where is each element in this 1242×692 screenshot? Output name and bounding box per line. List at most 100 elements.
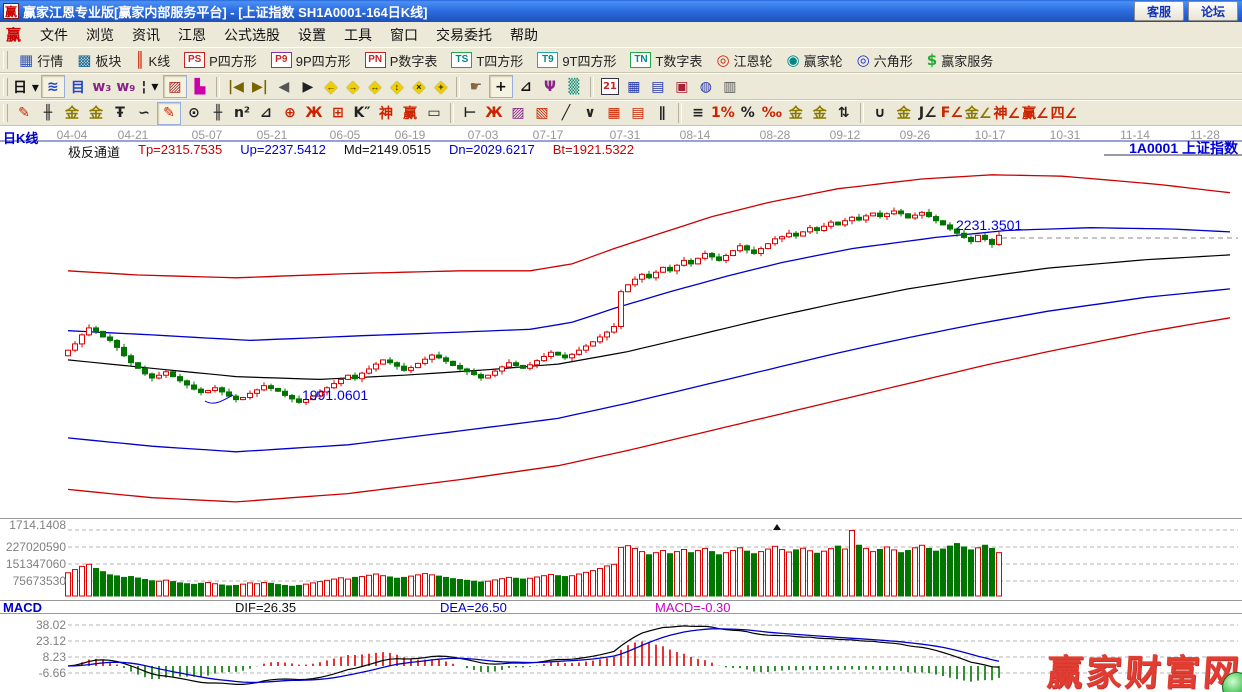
draw-tool-9[interactable]: n² (231, 103, 253, 124)
draw-tool-16[interactable]: 赢 (399, 103, 421, 124)
pattern-tool[interactable]: ▒ (563, 76, 585, 97)
toolbar-grip[interactable] (3, 51, 8, 69)
draw-tool-25[interactable]: ▦ (603, 103, 625, 124)
draw-tool-7[interactable]: ⊙ (183, 103, 205, 124)
last-bar[interactable]: ▶| (249, 76, 271, 97)
draw-tool-21[interactable]: ▨ (507, 103, 529, 124)
draw-tool-1[interactable]: ╫ (37, 103, 59, 124)
draw-tool-10[interactable]: ⊿ (255, 103, 277, 124)
hand-tool[interactable]: ☛ (465, 76, 487, 97)
print-tool[interactable]: ▥ (719, 76, 741, 97)
draw-tool-4[interactable]: Ŧ (109, 103, 131, 124)
gann-all[interactable]: ◆ + (430, 76, 452, 97)
draw-tool-0[interactable]: ✎ (13, 103, 35, 124)
first-bar[interactable]: |◀ (225, 76, 247, 97)
info-view[interactable]: 目 (67, 76, 89, 97)
wave9-view[interactable]: w₉ (115, 76, 137, 97)
toolbar-button[interactable]: ▩ 板块 (70, 49, 128, 71)
menu-item[interactable]: 公式选股 (215, 23, 289, 47)
toolbar-button[interactable]: T9 9T四方形 (530, 49, 623, 71)
gann-right[interactable]: ◆ → (342, 76, 364, 97)
calculator-tool[interactable]: ▦ (623, 76, 645, 97)
draw-tool-8[interactable]: ╫ (207, 103, 229, 124)
angle-tool[interactable]: ⊿ (515, 76, 537, 97)
draw-tool-20[interactable]: Ж (483, 103, 505, 124)
menu-item[interactable]: 交易委托 (427, 23, 501, 47)
toolbar-button[interactable]: ║ K线 (128, 49, 177, 71)
period-selector[interactable]: 日 ▾ (13, 76, 39, 97)
draw-tool-29[interactable]: ≡ (687, 103, 709, 124)
draw-tool-6[interactable]: ✎ (157, 101, 181, 125)
menu-item[interactable]: 文件 (31, 23, 77, 47)
draw-tool-24[interactable]: ∨ (579, 103, 601, 124)
menu-item[interactable]: 窗口 (381, 23, 427, 47)
menu-item[interactable]: 帮助 (501, 23, 547, 47)
draw-tool-12[interactable]: Ж (303, 103, 325, 124)
calendar-tool[interactable]: 21 (599, 76, 621, 97)
draw-tool-30[interactable]: 1% (711, 103, 735, 124)
draw-tool-17[interactable]: ▭ (423, 103, 445, 124)
indicator-name[interactable]: 极反通道 (68, 142, 120, 161)
draw-tool-13[interactable]: ⊞ (327, 103, 349, 124)
draw-tool-40[interactable]: F∠ (941, 103, 963, 124)
draw-tool-35[interactable]: ⇅ (833, 103, 855, 124)
period-label[interactable]: 日K线 (3, 128, 38, 147)
save-tool[interactable]: ▣ (671, 76, 693, 97)
toolbar-button[interactable]: TN T数字表 (623, 49, 709, 71)
menu-item[interactable]: 江恩 (169, 23, 215, 47)
draw-tool-39[interactable]: J∠ (917, 103, 939, 124)
draw-tool-43[interactable]: 赢∠ (1022, 103, 1049, 124)
menu-item[interactable]: 浏览 (77, 23, 123, 47)
draw-tool-14[interactable]: K″ (351, 103, 373, 124)
draw-tool-5[interactable]: ∽ (133, 103, 155, 124)
draw-tool-11[interactable]: ⊕ (279, 103, 301, 124)
gann-vertical[interactable]: ◆ ↕ (386, 76, 408, 97)
draw-tool-2[interactable]: 金 (61, 103, 83, 124)
menu-item[interactable]: 设置 (289, 23, 335, 47)
toolbar-button[interactable]: PS P四方形 (177, 49, 264, 71)
draw-tool-31[interactable]: % (737, 103, 759, 124)
gann-cross[interactable]: ◆ × (408, 76, 430, 97)
toolbar-button[interactable]: P9 9P四方形 (264, 49, 358, 71)
draw-tool-34[interactable]: 金 (809, 103, 831, 124)
macd-header-value[interactable]: MACD (3, 600, 42, 615)
title-button-0[interactable]: 客服 (1134, 1, 1184, 21)
draw-tool-42[interactable]: 神∠ (993, 103, 1020, 124)
draw-tool-23[interactable]: ╱ (555, 103, 577, 124)
toolbar-button[interactable]: PN P数字表 (358, 49, 445, 71)
toolbar-button[interactable]: ◎ 六角形 (850, 49, 920, 71)
draw-tool-41[interactable]: 金∠ (965, 103, 992, 124)
web-tool[interactable]: ◍ (695, 76, 717, 97)
draw-tool-33[interactable]: 金 (785, 103, 807, 124)
crosshair-tool[interactable]: + (488, 75, 513, 98)
toolbar-grip[interactable] (3, 104, 8, 122)
draw-tool-44[interactable]: 四∠ (1051, 103, 1078, 124)
toolbar-button[interactable]: ◎ 江恩轮 (709, 49, 779, 71)
draw-tool-37[interactable]: ∪ (869, 103, 891, 124)
menu-item[interactable]: 工具 (335, 23, 381, 47)
draw-tool-22[interactable]: ▧ (531, 103, 553, 124)
title-button-1[interactable]: 论坛 (1188, 1, 1238, 21)
notes-tool[interactable]: ▤ (647, 76, 669, 97)
draw-tool-19[interactable]: ⊢ (459, 103, 481, 124)
wave3-view[interactable]: w₃ (91, 76, 113, 97)
draw-tool-15[interactable]: 神 (375, 103, 397, 124)
draw-tool-27[interactable]: ∥ (651, 103, 673, 124)
draw-tool-26[interactable]: ▤ (627, 103, 649, 124)
draw-tool-32[interactable]: ‰ (761, 103, 783, 124)
menu-item[interactable]: 资讯 (123, 23, 169, 47)
color-chart-view[interactable]: ▙ (189, 76, 211, 97)
draw-tool-38[interactable]: 金 (893, 103, 915, 124)
map-view[interactable]: ▨ (162, 75, 187, 98)
candle-style[interactable]: ¦ ▾ (139, 76, 161, 97)
toolbar-button[interactable]: TS T四方形 (444, 49, 530, 71)
overlap-view[interactable]: ≋ (40, 75, 65, 98)
gann-left[interactable]: ◆ ← (320, 76, 342, 97)
toolbar-button[interactable]: $ 赢家服务 (920, 49, 1000, 71)
gann-tool[interactable]: Ψ (539, 76, 561, 97)
draw-tool-3[interactable]: 金 (85, 103, 107, 124)
gann-horizontal[interactable]: ◆ ↔ (364, 76, 386, 97)
toolbar-button[interactable]: ◉ 赢家轮 (780, 49, 850, 71)
toolbar-grip[interactable] (3, 77, 8, 96)
next-bar[interactable]: ▶ (297, 76, 319, 97)
